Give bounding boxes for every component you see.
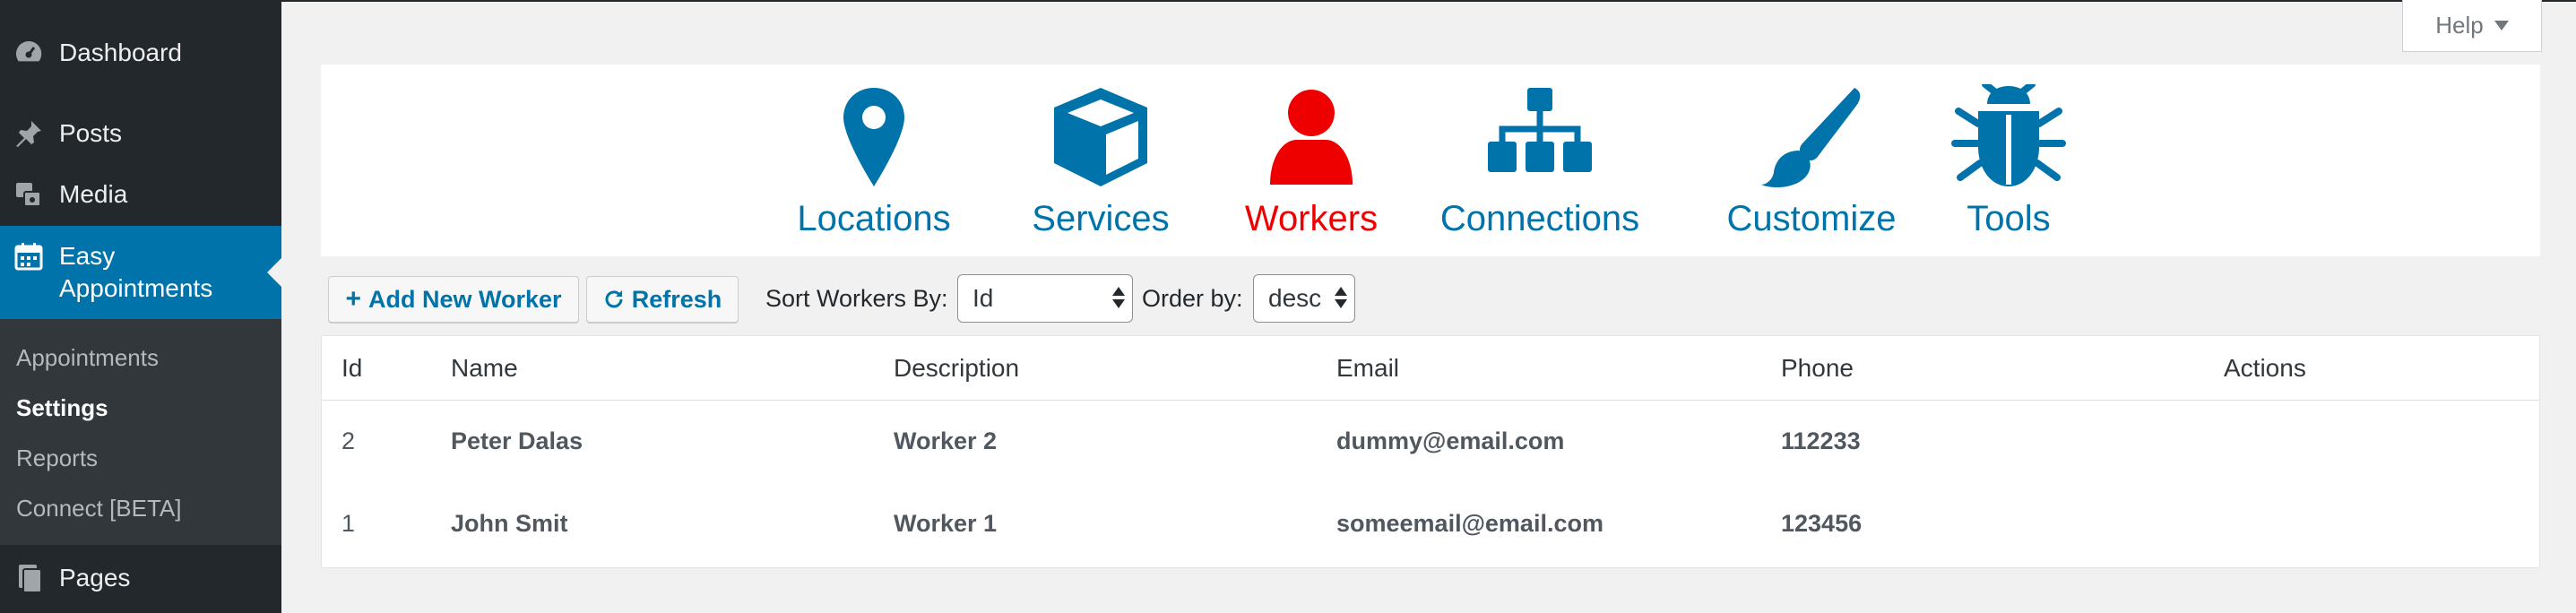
select-arrows-icon — [1335, 287, 1347, 308]
sort-by-value: Id — [972, 284, 994, 312]
tab-locations[interactable]: Locations — [789, 84, 959, 255]
pushpin-icon — [11, 116, 47, 151]
table-header: Id Name Description Email Phone Actions — [322, 336, 2539, 401]
tab-tools[interactable]: Tools — [1950, 84, 2067, 255]
sidebar-item-media[interactable]: Media — [0, 174, 281, 215]
user-icon — [1270, 90, 1353, 185]
sidebar-item-label: Posts — [59, 119, 123, 147]
bug-icon — [1951, 84, 2066, 186]
help-label: Help — [2435, 12, 2484, 39]
table-row[interactable]: 2 Peter Dalas Worker 2 dummy@email.com 1… — [322, 401, 2539, 483]
sidebar-item-label: Pages — [59, 564, 131, 591]
active-indicator — [267, 258, 281, 287]
tab-services[interactable]: Services — [1011, 84, 1190, 255]
order-by-select[interactable]: desc — [1253, 274, 1355, 323]
tab-label: Workers — [1244, 199, 1379, 238]
cell-name: Peter Dalas — [451, 427, 583, 454]
sort-by-select[interactable]: Id — [957, 274, 1133, 323]
cube-icon — [1054, 88, 1147, 186]
tab-customize[interactable]: Customize — [1717, 84, 1906, 255]
refresh-icon — [605, 290, 623, 308]
cell-phone: 123456 — [1781, 510, 1863, 537]
workers-table: Id Name Description Email Phone Actions … — [321, 335, 2540, 568]
paint-brush-icon — [1761, 88, 1861, 188]
cell-id: 2 — [341, 427, 356, 454]
cell-phone: 112233 — [1781, 427, 1861, 454]
tab-workers[interactable]: Workers — [1226, 84, 1396, 255]
submenu-item-appointments[interactable]: Appointments — [16, 344, 159, 372]
settings-nav-panel: Locations Services Workers Connections C… — [321, 65, 2540, 256]
plus-icon: + — [345, 284, 361, 314]
add-new-worker-button[interactable]: + Add New Worker — [328, 276, 579, 323]
sort-workers-by-label: Sort Workers By: — [765, 285, 948, 312]
tab-label: Locations — [797, 199, 951, 238]
sidebar-item-posts[interactable]: Posts — [0, 113, 281, 154]
submenu-item-settings[interactable]: Settings — [16, 394, 108, 422]
help-button[interactable]: Help — [2402, 0, 2542, 52]
column-header-description: Description — [894, 354, 1020, 382]
tab-label: Tools — [1967, 199, 2051, 238]
order-by-value: desc — [1268, 284, 1322, 312]
cell-id: 1 — [341, 510, 356, 537]
pages-icon — [11, 560, 47, 596]
table-row[interactable]: 1 John Smit Worker 1 someemail@email.com… — [322, 483, 2539, 566]
cell-description: Worker 2 — [894, 427, 998, 454]
cell-name: John Smit — [451, 510, 568, 537]
sidebar-item-pages[interactable]: Pages — [0, 557, 281, 599]
sidebar-item-dashboard[interactable]: Dashboard — [0, 32, 281, 73]
order-by-label: Order by: — [1142, 285, 1243, 312]
cell-email: dummy@email.com — [1336, 427, 1565, 454]
submenu-item-reports[interactable]: Reports — [16, 445, 98, 472]
sidebar-item-label: Dashboard — [59, 39, 182, 66]
sidebar-item-label: Easy Appointments — [59, 240, 212, 305]
dashboard-icon — [11, 35, 47, 71]
column-header-name: Name — [451, 354, 518, 382]
sidebar-item-label-line2: Appointments — [59, 274, 213, 302]
tab-label: Services — [1032, 199, 1170, 238]
caret-down-icon — [2494, 21, 2509, 30]
tab-label: Connections — [1439, 199, 1640, 238]
admin-sidebar: Dashboard Posts Media Easy Appointments … — [0, 0, 281, 613]
top-border — [281, 0, 2576, 2]
sidebar-submenu: Appointments Settings Reports Connect [B… — [0, 319, 281, 545]
submenu-item-connect-beta[interactable]: Connect [BETA] — [16, 495, 182, 522]
calendar-icon — [11, 238, 47, 274]
sitemap-icon — [1488, 88, 1592, 172]
refresh-button[interactable]: Refresh — [586, 276, 739, 323]
column-header-id: Id — [341, 354, 363, 382]
column-header-email: Email — [1336, 354, 1400, 382]
tab-connections[interactable]: Connections — [1432, 84, 1647, 255]
select-arrows-icon — [1112, 287, 1125, 308]
map-pin-icon — [843, 88, 904, 186]
cell-description: Worker 1 — [894, 510, 998, 537]
cell-email: someemail@email.com — [1336, 510, 1604, 537]
sidebar-item-label: Media — [59, 180, 128, 208]
media-icon — [11, 177, 47, 212]
add-new-worker-label: Add New Worker — [367, 285, 562, 313]
column-header-actions: Actions — [2224, 354, 2306, 382]
sidebar-item-easy-appointments[interactable]: Easy Appointments — [0, 226, 281, 319]
sidebar-item-label-line1: Easy — [59, 242, 116, 270]
tab-label: Customize — [1726, 199, 1897, 238]
column-header-phone: Phone — [1781, 354, 1854, 382]
refresh-label: Refresh — [631, 285, 722, 313]
